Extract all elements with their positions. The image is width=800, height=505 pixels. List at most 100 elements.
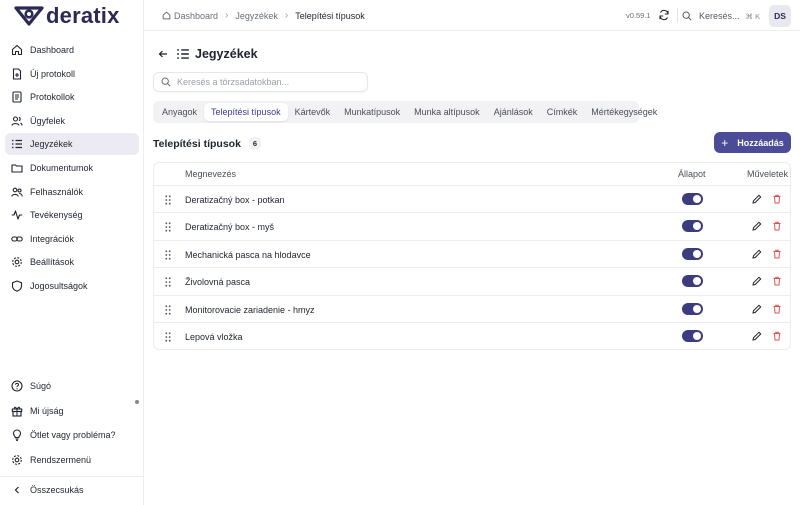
chevron-right-icon: › [225,10,229,21]
tab-tags[interactable]: Címkék [540,103,585,121]
collapse-sidebar: Összecsukás [5,479,139,503]
search-shortcut: ⌘ K [745,11,761,21]
gear-icon [11,256,23,268]
section-title: Telepítési típusok [153,137,241,150]
trash-icon[interactable] [772,331,782,341]
column-header-status: Állapot [678,169,706,179]
add-button[interactable]: + Hozzáadás [714,132,791,153]
sidebar-item-whats-new[interactable]: Mi újság [5,400,139,422]
plus-icon: + [721,135,729,150]
sidebar-item-settings[interactable]: Beállítások [5,251,139,273]
status-toggle[interactable] [682,247,703,260]
drag-handle-icon[interactable] [165,277,171,287]
edit-icon[interactable] [752,304,762,314]
logo[interactable]: deratix [14,3,120,29]
sidebar-item-label: Ötlet vagy probléma? [30,430,116,441]
main-nav: Dashboard Új protokoll Protokollok Ügyfe… [5,39,139,299]
drag-handle-icon[interactable] [165,332,171,342]
breadcrumb-dashboard[interactable]: Dashboard [174,11,218,21]
status-toggle[interactable] [682,329,703,342]
folder-icon [11,162,23,174]
sidebar-item-activity[interactable]: Tevékenység [5,204,139,226]
back-arrow-icon[interactable] [157,48,169,60]
collapse-button[interactable]: Összecsukás [5,479,139,501]
sidebar-item-clients[interactable]: Ügyfelek [5,110,139,132]
drag-handle-icon[interactable] [165,195,171,205]
link-icon [11,233,23,245]
topbar-divider [677,8,678,23]
sidebar-divider [0,476,144,477]
sidebar-item-dashboard[interactable]: Dashboard [5,39,139,61]
tab-work-subtypes[interactable]: Munka altípusok [407,103,487,121]
sidebar-item-integrations[interactable]: Integrációk [5,228,139,250]
edit-icon[interactable] [752,221,762,232]
drag-handle-icon[interactable] [165,304,171,315]
home-icon [11,44,23,56]
search-icon [161,77,171,87]
tab-recommendations[interactable]: Ajánlások [487,103,540,121]
sidebar-item-label: Felhasználók [30,186,84,197]
trash-icon[interactable] [772,249,782,259]
sidebar-item-users[interactable]: Felhasználók [5,181,139,203]
toggle-knob [693,222,701,231]
sidebar: deratix Dashboard Új protokoll Protokoll… [0,0,144,505]
tab-units[interactable]: Mértékegységek [584,103,664,121]
drag-handle-icon[interactable] [165,250,171,260]
refresh-icon[interactable] [658,9,670,21]
sidebar-item-help[interactable]: Súgó [5,375,139,397]
trash-icon[interactable] [772,304,782,314]
breadcrumb-registers[interactable]: Jegyzékek [235,11,278,21]
edit-icon[interactable] [752,194,762,204]
installation-types-table: Megnevezés Állapot Műveletek Deratizačný… [153,162,791,350]
tab-work-types[interactable]: Munkatípusok [337,103,407,121]
version-label: v0.59.1 [626,11,651,20]
table-row: Deratizačný box - potkan [154,186,790,214]
sidebar-item-label: Súgó [30,381,52,391]
sidebar-item-system-menu[interactable]: Rendszermenü [5,449,139,471]
tab-materials[interactable]: Anyagok [155,103,204,121]
status-toggle[interactable] [682,302,703,315]
sidebar-item-protocols[interactable]: Protokollok [5,86,139,108]
help-icon [11,380,23,392]
status-toggle[interactable] [682,220,703,233]
chevron-left-icon [11,484,23,496]
registry-search-input[interactable] [177,77,357,87]
page-title: Jegyzékek [195,47,258,61]
sidebar-item-feedback[interactable]: Ötlet vagy probléma? [5,424,139,446]
tab-installation-types[interactable]: Telepítési típusok [204,103,288,121]
edit-icon[interactable] [752,276,762,286]
file-plus-icon [11,68,23,80]
activity-icon [11,209,23,221]
logo-text: deratix [46,3,120,28]
edit-icon[interactable] [752,249,762,259]
table-row: Lepová vložka [154,323,790,349]
sidebar-item-new-protocol[interactable]: Új protokoll [5,63,139,85]
sidebar-item-label: Integrációk [30,233,75,244]
document-icon [11,91,23,103]
sidebar-item-label: Dokumentumok [30,162,94,173]
section-header: Telepítési típusok 6 [153,137,262,150]
trash-icon[interactable] [772,276,782,286]
sidebar-item-registers[interactable]: Jegyzékek [5,133,139,156]
row-name: Živolovná pasca [185,277,251,288]
edit-icon[interactable] [752,331,762,341]
sidebar-item-label: Tevékenység [30,210,83,221]
sidebar-item-label: Jogosultságok [30,280,88,291]
sidebar-item-documents[interactable]: Dokumentumok [5,157,139,179]
sidebar-item-label: Új protokoll [30,68,76,79]
status-toggle[interactable] [682,275,703,288]
global-search-button[interactable]: Keresés... ⌘ K [682,7,762,25]
trash-icon[interactable] [772,194,782,204]
home-icon [162,11,171,20]
toggle-knob [693,277,701,286]
tab-pests[interactable]: Kártevők [288,103,338,121]
trash-icon[interactable] [772,221,782,231]
sidebar-item-permissions[interactable]: Jogosultságok [5,275,139,297]
sidebar-item-label: Jegyzékek [30,139,73,150]
status-toggle[interactable] [682,193,703,205]
table-header: Megnevezés Állapot Műveletek [154,163,790,186]
sidebar-item-label: Dashboard [30,45,75,55]
drag-handle-icon[interactable] [165,222,171,232]
avatar[interactable]: DS [769,5,791,27]
row-name: Lepová vložka [185,331,243,342]
